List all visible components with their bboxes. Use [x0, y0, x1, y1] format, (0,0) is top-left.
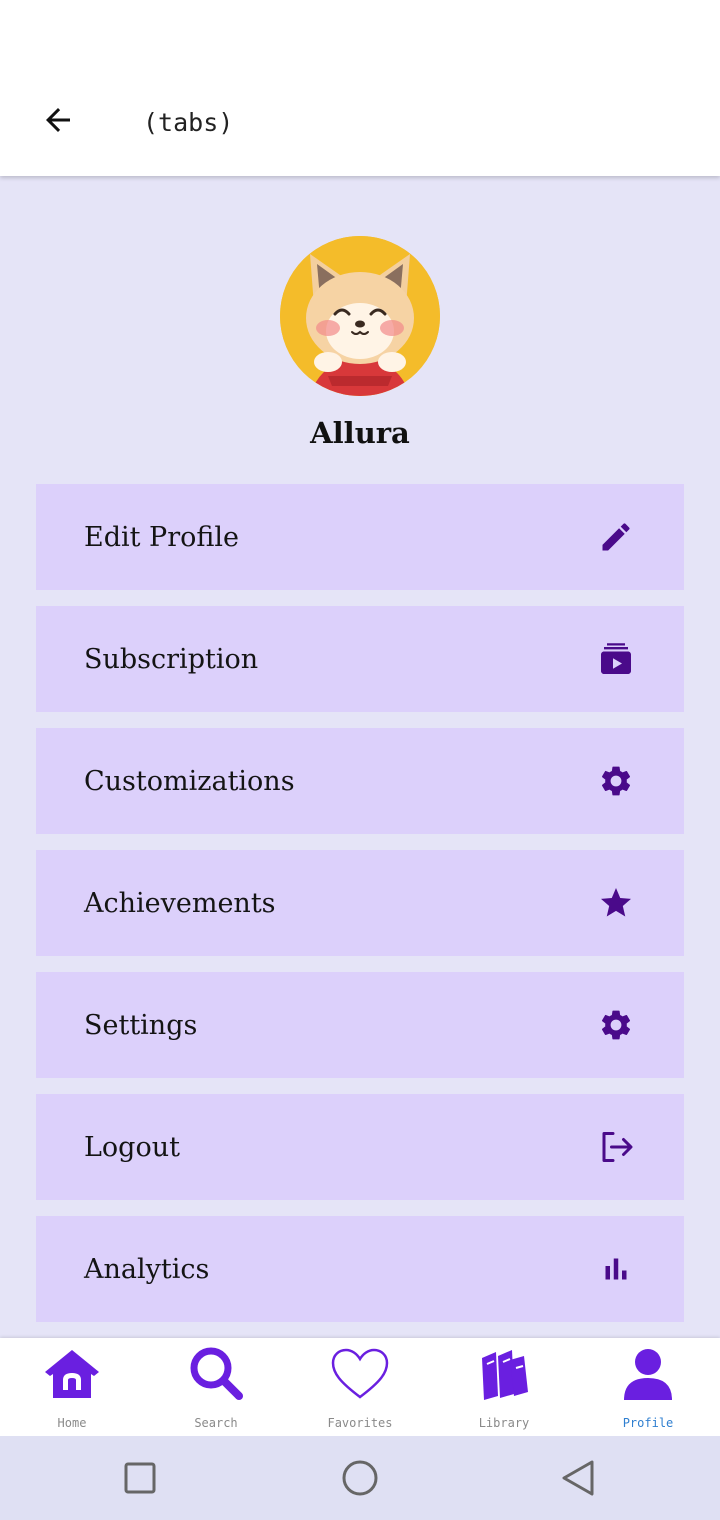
menu-item-settings[interactable]: Settings	[36, 972, 684, 1078]
username: Allura	[310, 416, 410, 450]
circle-icon	[342, 1460, 378, 1496]
home-icon	[42, 1344, 102, 1404]
menu-item-label: Subscription	[84, 644, 259, 675]
menu-item-label: Achievements	[84, 888, 276, 919]
arrow-left-icon	[46, 108, 70, 132]
menu-item-subscription[interactable]: Subscription	[36, 606, 684, 712]
star-icon	[598, 885, 634, 921]
heart-icon	[330, 1344, 390, 1404]
nav-profile[interactable]: Profile	[576, 1338, 720, 1436]
menu-item-achievements[interactable]: Achievements	[36, 850, 684, 956]
logout-icon	[598, 1129, 634, 1165]
subscriptions-icon	[598, 641, 634, 677]
back-system-button[interactable]	[558, 1458, 598, 1498]
search-icon	[186, 1344, 246, 1404]
nav-label: Favorites	[327, 1416, 393, 1430]
app-header: (tabs)	[0, 0, 720, 176]
nav-label: Search	[194, 1416, 238, 1430]
recents-button[interactable]	[120, 1458, 160, 1498]
avatar[interactable]	[280, 236, 440, 396]
pencil-icon	[598, 519, 634, 555]
bar-chart-icon	[598, 1251, 634, 1287]
back-button[interactable]	[36, 98, 80, 142]
nav-label: Home	[57, 1416, 87, 1430]
nav-search[interactable]: Search	[144, 1338, 288, 1436]
square-icon	[124, 1462, 156, 1494]
nav-library[interactable]: Library	[432, 1338, 576, 1436]
bottom-navigation: Home Search Favorites Library Profile	[0, 1338, 720, 1436]
menu-item-label: Customizations	[84, 766, 295, 797]
menu-item-label: Settings	[84, 1010, 198, 1041]
page-title: (tabs)	[143, 108, 234, 137]
menu-item-edit-profile[interactable]: Edit Profile	[36, 484, 684, 590]
triangle-back-icon	[562, 1460, 594, 1496]
nav-favorites[interactable]: Favorites	[288, 1338, 432, 1436]
profile-menu: Edit Profile Subscription Customizations…	[36, 484, 684, 1338]
menu-item-logout[interactable]: Logout	[36, 1094, 684, 1200]
menu-item-analytics[interactable]: Analytics	[36, 1216, 684, 1322]
menu-item-label: Edit Profile	[84, 522, 240, 553]
home-system-button[interactable]	[340, 1458, 380, 1498]
gear-icon	[598, 763, 634, 799]
menu-item-customizations[interactable]: Customizations	[36, 728, 684, 834]
shiba-avatar-image	[280, 236, 440, 396]
user-icon	[618, 1344, 678, 1404]
gear-icon	[598, 1007, 634, 1043]
system-navigation-bar	[0, 1436, 720, 1520]
menu-item-label: Logout	[84, 1132, 180, 1163]
menu-item-label: Analytics	[84, 1254, 210, 1285]
nav-label: Library	[478, 1416, 530, 1430]
profile-content: Allura Edit Profile Subscription Customi…	[0, 176, 720, 1338]
nav-label: Profile	[622, 1416, 674, 1430]
nav-home[interactable]: Home	[0, 1338, 144, 1436]
books-icon	[474, 1344, 534, 1404]
